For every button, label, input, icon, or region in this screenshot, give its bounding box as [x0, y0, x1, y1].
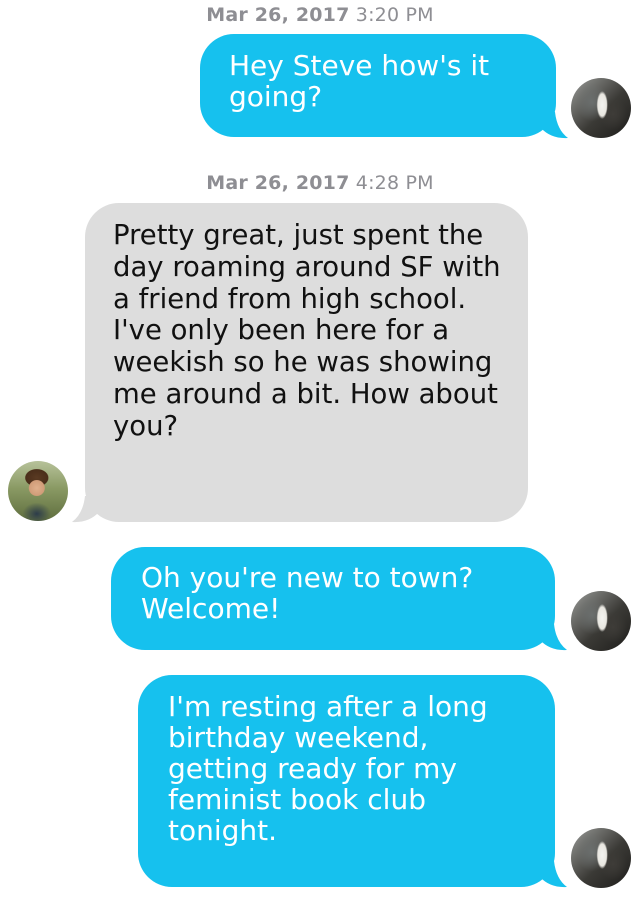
timestamp-date: Mar 26, 2017: [206, 4, 350, 26]
message-text: I'm resting after a long birthday weeken…: [168, 690, 488, 847]
timestamp-time: 3:20 PM: [355, 4, 434, 26]
timestamp-time: 4:28 PM: [355, 172, 434, 194]
outgoing-message-bubble[interactable]: I'm resting after a long birthday weeken…: [138, 675, 555, 887]
timestamp-date: Mar 26, 2017: [206, 172, 350, 194]
bubble-tail: [72, 496, 99, 523]
steve-avatar[interactable]: [8, 461, 68, 521]
bubble-tail: [541, 112, 568, 139]
outgoing-message-bubble[interactable]: Oh you're new to town? Welcome!: [111, 547, 555, 650]
outgoing-message-bubble[interactable]: Hey Steve how's it going?: [200, 34, 556, 137]
message-text: Oh you're new to town? Welcome!: [141, 561, 474, 625]
timestamp: Mar 26, 2017 4:28 PM: [0, 172, 640, 194]
message-text: Hey Steve how's it going?: [229, 49, 490, 113]
incoming-message-bubble[interactable]: Pretty great, just spent the day roaming…: [85, 203, 528, 522]
bubble-tail: [540, 861, 567, 888]
bubble-tail: [540, 624, 567, 651]
my-avatar[interactable]: [571, 78, 631, 138]
message-text: Pretty great, just spent the day roaming…: [113, 219, 501, 442]
timestamp: Mar 26, 2017 3:20 PM: [0, 4, 640, 26]
my-avatar[interactable]: [571, 828, 631, 888]
my-avatar[interactable]: [571, 591, 631, 651]
